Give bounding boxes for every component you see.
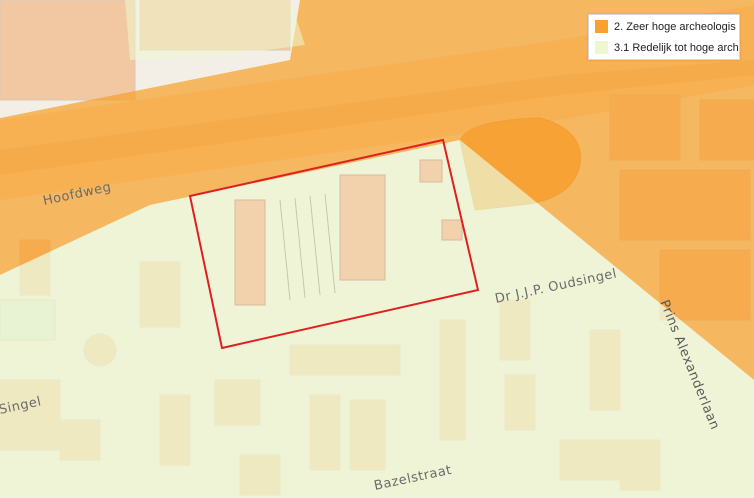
legend-swatch-orange: [595, 20, 608, 33]
map-legend: 2. Zeer hoge archeologis 3.1 Redelijk to…: [588, 14, 740, 60]
map-viewer[interactable]: Hoofdweg Dr J.J.P. Oudsingel Prins Alexa…: [0, 0, 754, 498]
legend-item-zeer-hoge: 2. Zeer hoge archeologis: [589, 17, 739, 36]
legend-label: 3.1 Redelijk tot hoge arch: [614, 41, 739, 54]
legend-swatch-green: [595, 41, 608, 54]
legend-label: 2. Zeer hoge archeologis: [614, 20, 736, 33]
legend-item-redelijk: 3.1 Redelijk tot hoge arch: [589, 38, 739, 57]
map-canvas[interactable]: Hoofdweg Dr J.J.P. Oudsingel Prins Alexa…: [0, 0, 754, 498]
